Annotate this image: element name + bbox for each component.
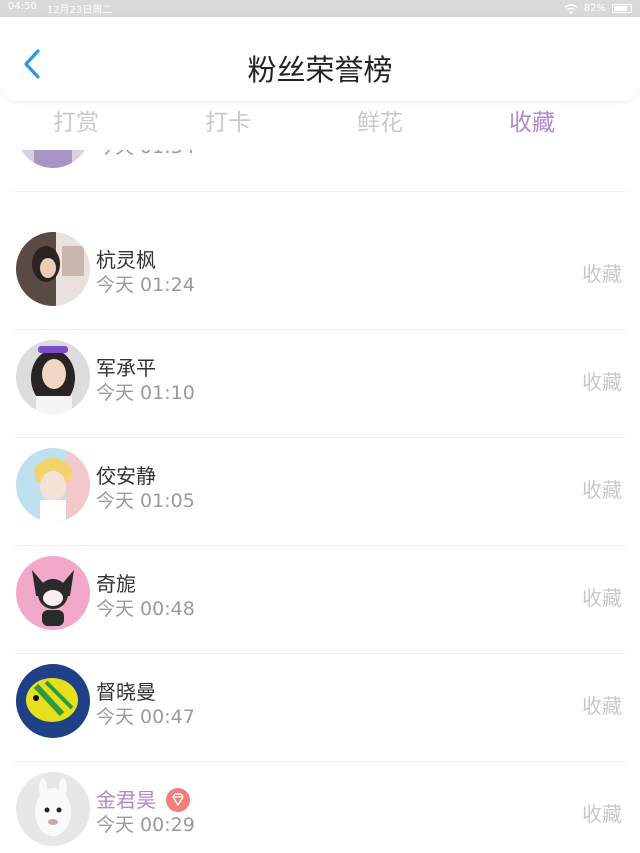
fan-name-text: 金君昊 <box>96 788 156 812</box>
tab-favorite[interactable]: 收藏 <box>456 106 608 146</box>
favorite-label: 收藏 <box>582 478 622 502</box>
fan-time: 今天 01:05 <box>96 490 195 512</box>
nav-bar: 粉丝荣誉榜 <box>0 17 640 101</box>
favorite-label: 收藏 <box>582 370 622 394</box>
status-bar: 04:50 12月23日周二 82% <box>0 0 640 17</box>
avatar <box>16 664 90 738</box>
list-item[interactable]: 佼安静 今天 01:05 收藏 <box>0 438 640 546</box>
avatar <box>16 232 90 306</box>
favorite-label: 收藏 <box>582 694 622 718</box>
page-title: 粉丝荣誉榜 <box>247 53 393 87</box>
fan-time: 今天 01:24 <box>96 274 195 296</box>
avatar <box>16 772 90 846</box>
fan-list[interactable]: 今天 01:34 杭灵枫 今天 01:24 收藏 军承平 今天 01:10 收藏… <box>0 150 640 853</box>
avatar <box>16 448 90 522</box>
fan-time: 今天 01:34 <box>96 150 195 159</box>
favorite-label: 收藏 <box>582 802 622 826</box>
fan-name: 佼安静 <box>96 464 156 488</box>
list-item[interactable]: 今天 01:34 <box>0 150 640 192</box>
diamond-icon <box>166 787 190 812</box>
status-date: 12月23日周二 <box>46 5 113 16</box>
tab-flower[interactable]: 鲜花 <box>304 106 456 146</box>
avatar <box>16 340 90 414</box>
tab-checkin[interactable]: 打卡 <box>152 106 304 146</box>
list-item[interactable]: 金君昊 今天 00:29 收藏 <box>0 762 640 853</box>
avatar <box>16 556 90 630</box>
fan-name: 杭灵枫 <box>96 248 156 272</box>
tab-reward[interactable]: 打赏 <box>0 106 152 146</box>
favorite-label: 收藏 <box>582 262 622 286</box>
fan-time: 今天 00:29 <box>96 814 195 836</box>
fan-name: 奇旎 <box>96 572 136 596</box>
fan-name: 军承平 <box>96 356 156 380</box>
fan-name: 督晓曼 <box>96 680 156 704</box>
fan-time: 今天 00:47 <box>96 706 195 728</box>
wifi-icon <box>564 3 578 14</box>
list-item[interactable]: 军承平 今天 01:10 收藏 <box>0 330 640 438</box>
avatar <box>16 150 90 168</box>
battery-icon <box>612 4 632 13</box>
fan-time: 今天 00:48 <box>96 598 195 620</box>
status-time: 04:50 <box>8 1 37 12</box>
tab-bar: 打赏 打卡 鲜花 收藏 <box>0 106 640 146</box>
list-item[interactable]: 奇旎 今天 00:48 收藏 <box>0 546 640 654</box>
list-item[interactable]: 督晓曼 今天 00:47 收藏 <box>0 654 640 762</box>
list-item[interactable]: 杭灵枫 今天 01:24 收藏 <box>0 222 640 330</box>
fan-time: 今天 01:10 <box>96 382 195 404</box>
favorite-label: 收藏 <box>582 586 622 610</box>
battery-percent: 82% <box>583 3 606 14</box>
